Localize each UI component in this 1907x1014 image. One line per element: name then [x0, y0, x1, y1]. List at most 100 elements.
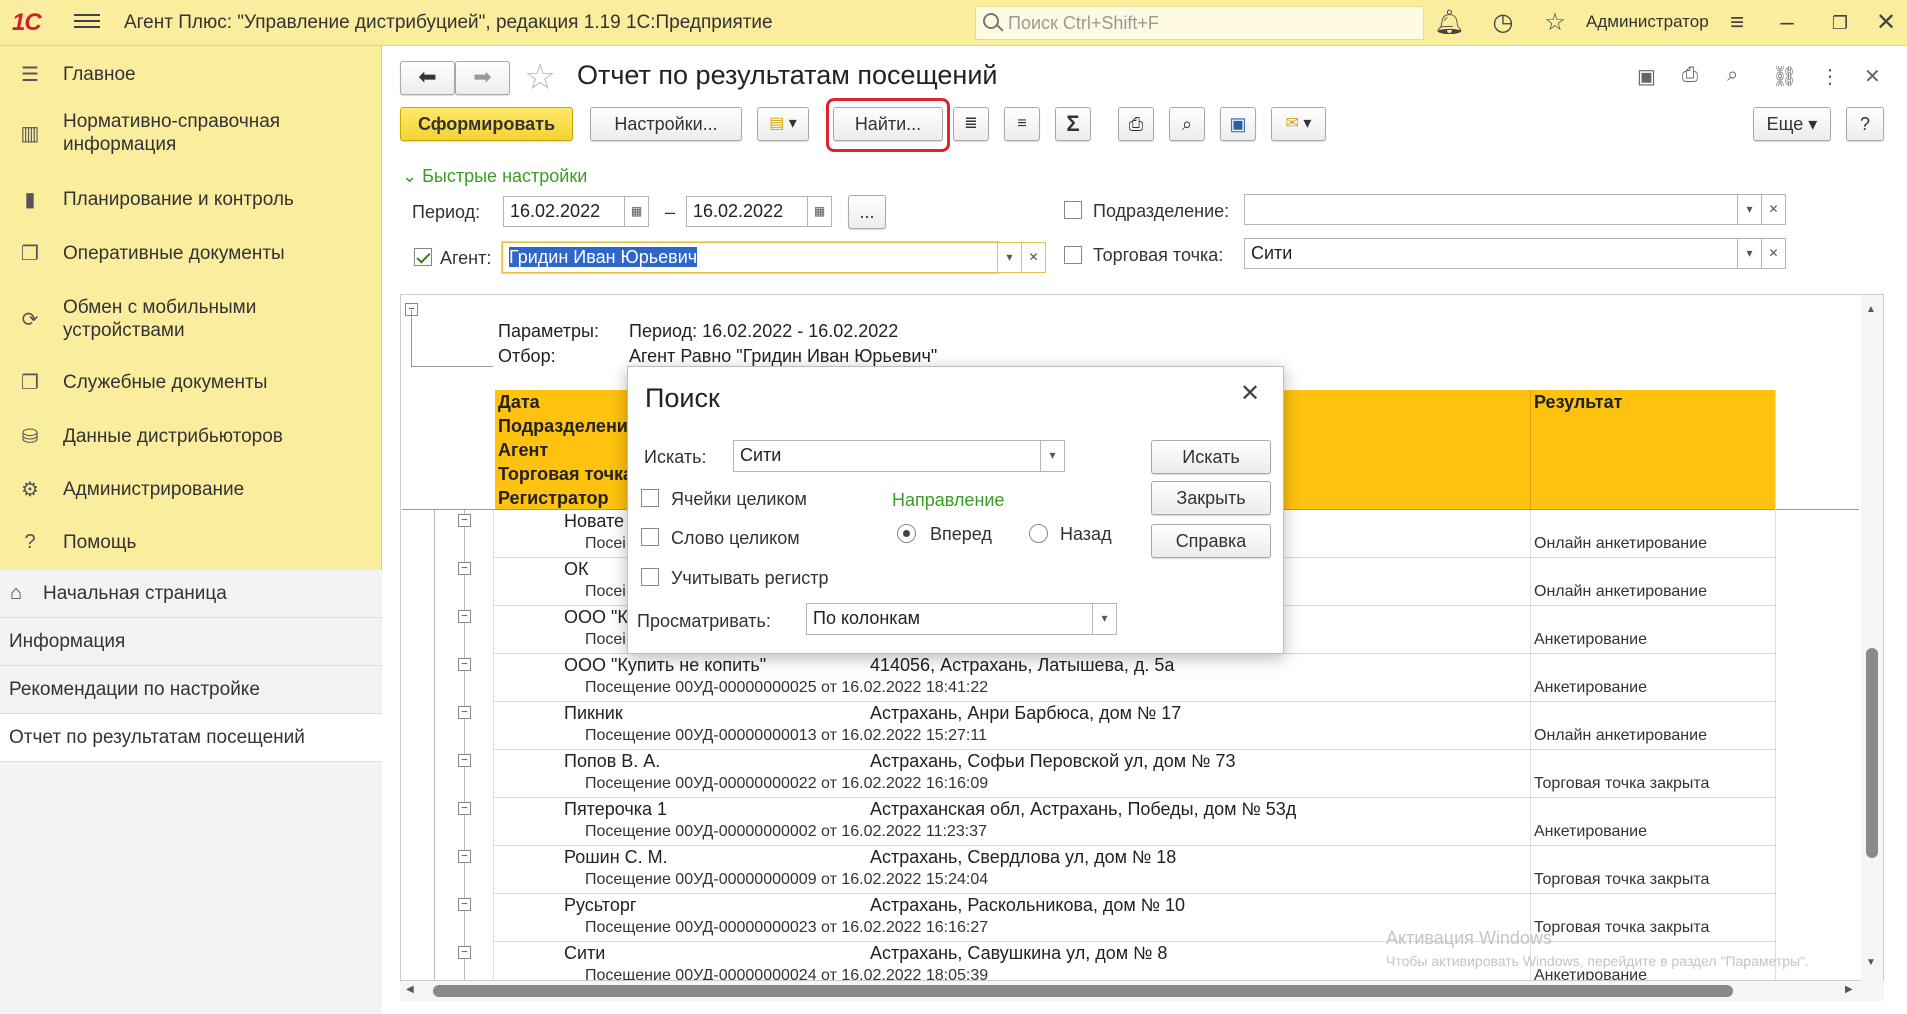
open-window-recommendations[interactable]: Рекомендации по настройке	[0, 666, 382, 714]
forward-button[interactable]: ➡	[455, 61, 510, 95]
row-toggle-icon[interactable]: −	[458, 706, 471, 719]
sum-icon[interactable]: Σ	[1055, 107, 1091, 141]
division-clear-icon[interactable]: ✕	[1762, 194, 1786, 225]
outlet-clear-icon[interactable]: ✕	[1762, 238, 1786, 269]
vertical-scroll-thumb[interactable]	[1866, 648, 1878, 858]
scroll-left-icon[interactable]: ◀	[406, 984, 414, 995]
row-toggle-icon[interactable]: −	[458, 898, 471, 911]
open-window-info[interactable]: Информация	[0, 618, 382, 666]
visit-document[interactable]: Посеі	[585, 631, 626, 649]
calendar-from-icon[interactable]: ▦	[625, 196, 649, 227]
whole-word-checkbox[interactable]	[641, 528, 659, 546]
save-icon[interactable]: ▣	[1637, 64, 1656, 89]
history-icon[interactable]: ◷	[1488, 8, 1518, 38]
match-case-checkbox[interactable]	[641, 568, 659, 586]
open-window-home[interactable]: ⌂ Начальная страница	[0, 570, 382, 618]
variants-dropdown-button[interactable]: ▤ ▾	[757, 107, 809, 141]
search-text-input[interactable]: Сити	[733, 440, 1041, 472]
agent-dropdown-icon[interactable]: ▾	[998, 242, 1022, 273]
sidebar-item-mobile-exchange[interactable]: ⟳ Обмен с мобильными устройствами	[0, 292, 382, 346]
settings-button[interactable]: Настройки...	[590, 107, 742, 141]
back-button[interactable]: ⬅	[400, 61, 455, 95]
save-disk-icon[interactable]: ▣	[1220, 107, 1256, 141]
browse-select[interactable]: По колонкам	[806, 603, 1093, 635]
collapse-groups-icon[interactable]: ≡	[1004, 107, 1040, 141]
row-toggle-icon[interactable]: −	[458, 514, 471, 527]
calendar-to-icon[interactable]: ▦	[808, 196, 832, 227]
current-user[interactable]: Администратор	[1586, 12, 1709, 32]
settings-menu-icon[interactable]: ≡	[1722, 8, 1752, 38]
generate-button[interactable]: Сформировать	[400, 107, 573, 141]
sidebar-item-main[interactable]: ☰ Главное	[0, 54, 382, 94]
outlet-checkbox[interactable]	[1064, 246, 1082, 264]
main-menu-icon[interactable]	[74, 10, 100, 34]
horizontal-scroll-thumb[interactable]	[433, 985, 1733, 997]
favorite-star-icon[interactable]: ☆	[524, 56, 556, 98]
minimize-icon[interactable]: –	[1772, 8, 1802, 38]
row-toggle-icon[interactable]: −	[458, 658, 471, 671]
print-button-icon[interactable]: ⎙	[1118, 107, 1154, 141]
favorites-star-icon[interactable]: ☆	[1540, 8, 1570, 38]
row-toggle-icon[interactable]: −	[458, 946, 471, 959]
quick-settings-toggle[interactable]: ⌄ Быстрые настройки	[402, 166, 587, 187]
agent-clear-icon[interactable]: ✕	[1022, 242, 1046, 273]
print-preview-icon[interactable]: ⌕	[1169, 107, 1205, 141]
global-search-input[interactable]: Поиск Ctrl+Shift+F	[975, 6, 1424, 40]
period-from-input[interactable]: 16.02.2022	[503, 196, 625, 227]
whole-cells-checkbox[interactable]	[641, 489, 659, 507]
row-toggle-icon[interactable]: −	[458, 610, 471, 623]
sidebar-item-administration[interactable]: ⚙ Администрирование	[0, 469, 382, 509]
preview-icon[interactable]: ⌕	[1727, 64, 1738, 87]
print-icon[interactable]: ⎙	[1682, 64, 1698, 87]
outlet-dropdown-icon[interactable]: ▾	[1738, 238, 1762, 269]
visit-document[interactable]: Посещение 00УД-00000000025 от 16.02.2022…	[585, 679, 988, 697]
forward-radio[interactable]	[897, 524, 916, 543]
search-history-dropdown-icon[interactable]: ▾	[1041, 440, 1065, 472]
visit-document[interactable]: Посещение 00УД-00000000023 от 16.02.2022…	[585, 919, 988, 937]
division-checkbox[interactable]	[1064, 201, 1082, 219]
email-dropdown-button[interactable]: ✉ ▾	[1271, 107, 1326, 141]
sidebar-item-help[interactable]: ? Помощь	[0, 522, 382, 562]
restore-window-icon[interactable]: ❐	[1825, 8, 1855, 38]
bell-icon[interactable]: 🔔︎	[1434, 8, 1464, 38]
close-form-icon[interactable]: ✕	[1864, 64, 1881, 89]
search-close-button[interactable]: Закрыть	[1151, 481, 1271, 515]
help-button[interactable]: ?	[1846, 107, 1884, 141]
scroll-down-icon[interactable]: ▼	[1866, 957, 1876, 968]
sidebar-item-distributors[interactable]: ⛁ Данные дистрибьюторов	[0, 416, 382, 456]
period-select-button[interactable]: ...	[848, 195, 886, 229]
row-toggle-icon[interactable]: −	[458, 562, 471, 575]
dialog-close-icon[interactable]: ✕	[1240, 379, 1260, 408]
sidebar-item-reference[interactable]: ▥ Нормативно-справочная информация	[0, 106, 382, 160]
division-input[interactable]	[1244, 194, 1738, 225]
visit-document[interactable]: Посеі	[585, 583, 626, 601]
vertical-scrollbar[interactable]	[1861, 295, 1883, 981]
open-window-visit-report[interactable]: Отчет по результатам посещений	[0, 714, 382, 762]
row-toggle-icon[interactable]: −	[458, 850, 471, 863]
visit-document[interactable]: Посещение 00УД-00000000009 от 16.02.2022…	[585, 871, 988, 889]
search-help-button[interactable]: Справка	[1151, 524, 1271, 558]
scroll-up-icon[interactable]: ▲	[1866, 304, 1876, 315]
row-toggle-icon[interactable]: −	[458, 802, 471, 815]
more-button[interactable]: Еще ▾	[1753, 107, 1831, 141]
link-icon[interactable]: ⛓	[1772, 64, 1797, 89]
more-vertical-icon[interactable]: ⋮	[1820, 64, 1840, 89]
division-dropdown-icon[interactable]: ▾	[1738, 194, 1762, 225]
visit-document[interactable]: Посещение 00УД-00000000022 от 16.02.2022…	[585, 775, 988, 793]
browse-dropdown-icon[interactable]: ▾	[1093, 603, 1117, 635]
visit-document[interactable]: Посещение 00УД-00000000002 от 16.02.2022…	[585, 823, 987, 841]
visit-document[interactable]: Посещение 00УД-00000000024 от 16.02.2022…	[585, 967, 988, 980]
backward-radio[interactable]	[1029, 524, 1048, 543]
visit-document[interactable]: Посещение 00УД-00000000013 от 16.02.2022…	[585, 727, 987, 745]
visit-document[interactable]: Посеі	[585, 535, 626, 553]
expand-groups-icon[interactable]: ≣	[953, 107, 989, 141]
agent-checkbox[interactable]	[414, 248, 432, 266]
agent-input[interactable]: Гридин Иван Юрьевич	[502, 242, 998, 273]
close-window-icon[interactable]: ✕	[1871, 8, 1901, 38]
period-to-input[interactable]: 16.02.2022	[686, 196, 808, 227]
search-find-button[interactable]: Искать	[1151, 440, 1271, 474]
outlet-input[interactable]: Сити	[1244, 238, 1738, 269]
row-toggle-icon[interactable]: −	[458, 754, 471, 767]
scroll-right-icon[interactable]: ▶	[1845, 984, 1853, 995]
sidebar-item-planning[interactable]: ▮ Планирование и контроль	[0, 179, 382, 219]
